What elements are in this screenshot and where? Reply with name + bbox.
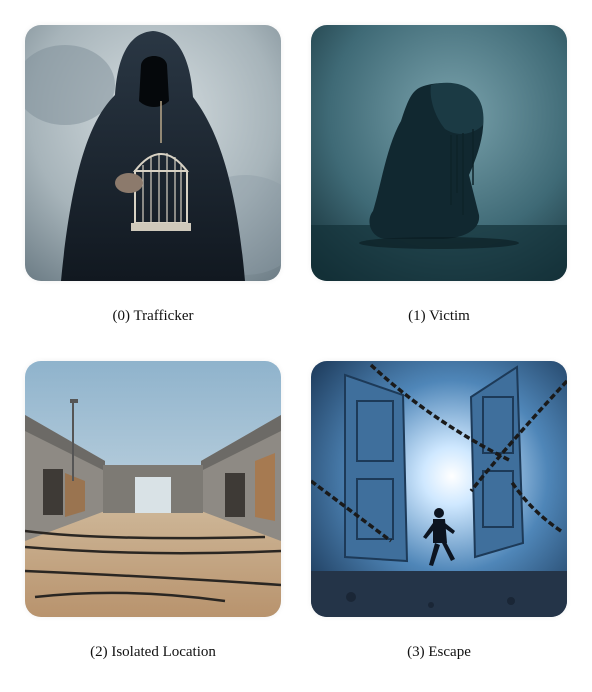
panel-victim-image: [311, 25, 567, 281]
escape-doors-image: [311, 361, 567, 617]
kneeling-figure-image: [311, 25, 567, 281]
panel-trafficker-image: [25, 25, 281, 281]
panel-escape-image: [311, 361, 567, 617]
panel-isolated-location-image: [25, 361, 281, 617]
panel-caption-isolated-location: (2) Isolated Location: [90, 644, 216, 660]
panel-caption-escape: (3) Escape: [407, 644, 471, 660]
panel-caption-trafficker: (0) Trafficker: [112, 308, 194, 324]
abandoned-compound-image: [25, 361, 281, 617]
panel-caption-victim: (1) Victim: [408, 308, 470, 324]
hooded-figure-image: [25, 25, 281, 281]
